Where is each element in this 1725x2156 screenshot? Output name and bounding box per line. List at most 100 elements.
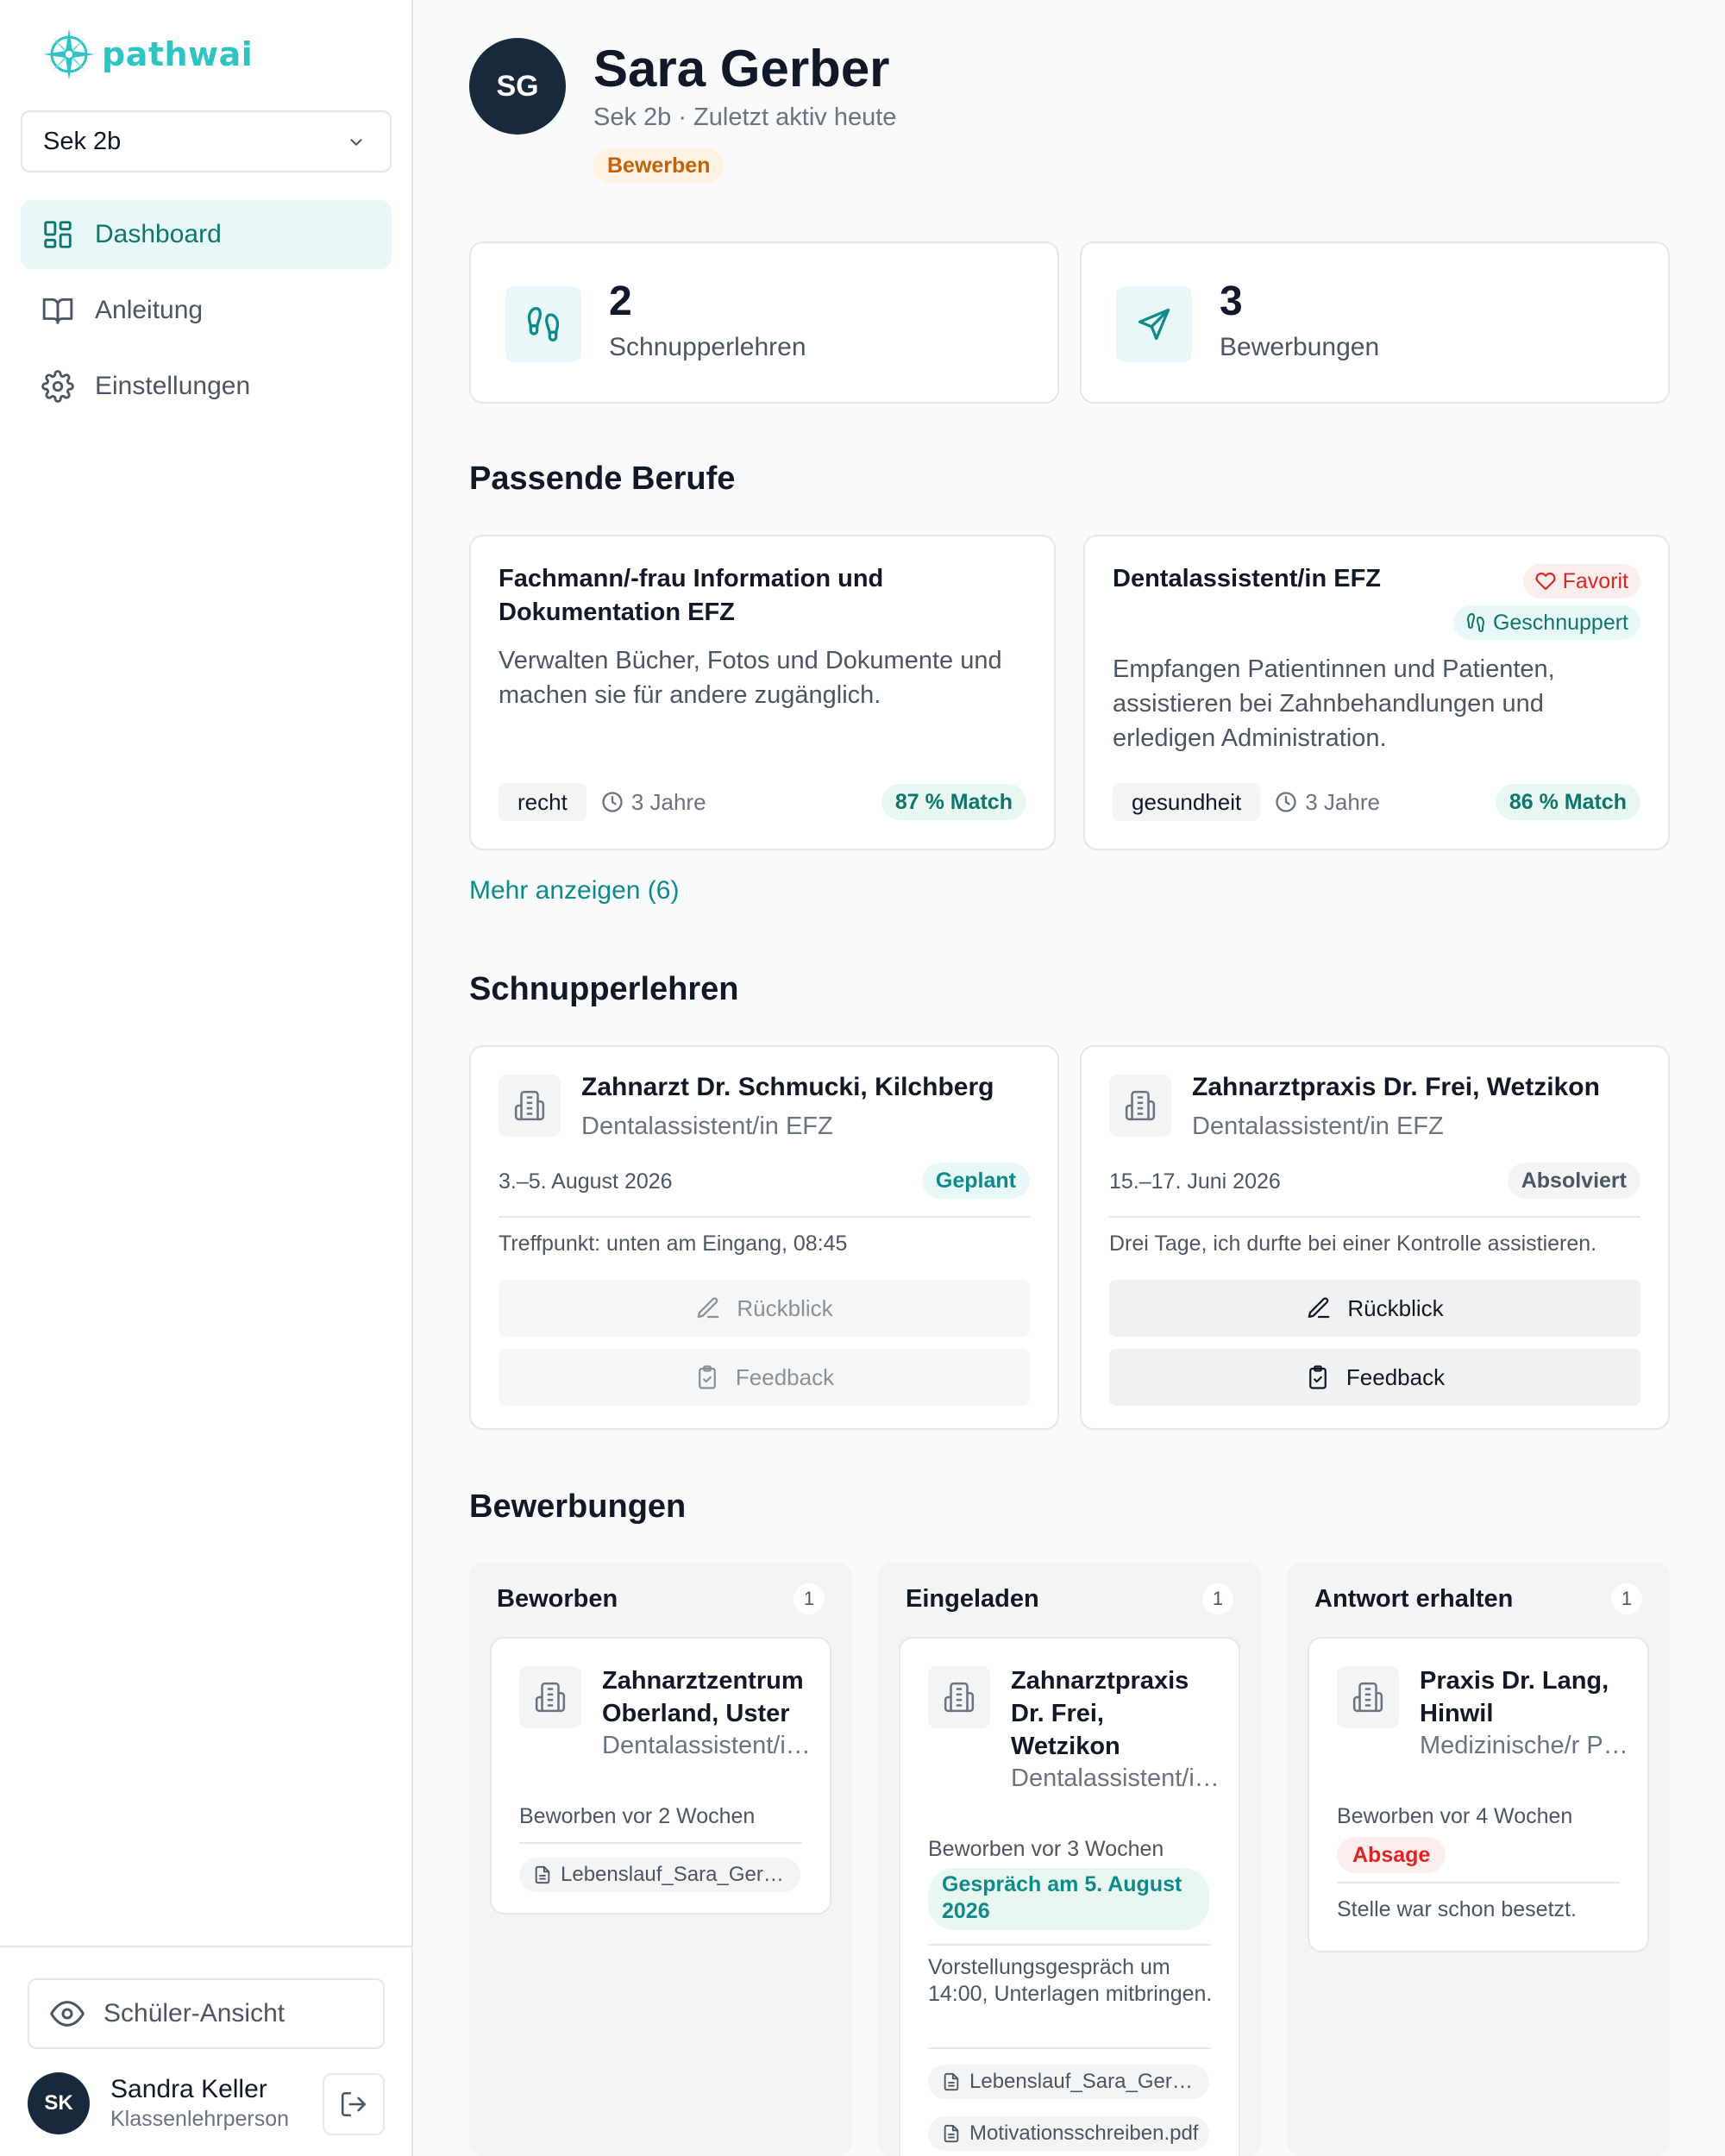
review-label: Rückblick	[737, 1294, 833, 1321]
feedback-button[interactable]: Feedback	[1109, 1349, 1640, 1406]
stat-icon-box	[505, 286, 581, 362]
applied-date: Beworben vor 4 Wochen	[1337, 1804, 1573, 1828]
dashboard-icon	[44, 221, 72, 248]
building-icon-box	[1109, 1075, 1171, 1137]
feedback-button[interactable]: Feedback	[499, 1349, 1030, 1406]
favorite-badge: Favorit	[1522, 564, 1640, 599]
date-range: 3.–5. August 2026	[499, 1169, 673, 1194]
eye-icon	[50, 2001, 85, 2027]
building-icon	[1125, 1090, 1156, 1121]
date-range: 15.–17. Juni 2026	[1109, 1169, 1281, 1194]
company-name: Zahnarztzentrum Oberland, Uster	[602, 1667, 804, 1727]
duration-text: 3 Jahre	[1305, 788, 1380, 815]
building-icon-box	[928, 1666, 990, 1728]
job-title: Dentalassistent/in EFZ	[581, 1112, 833, 1140]
student-avatar: SG	[469, 38, 566, 135]
nav-item-einstellungen[interactable]: Einstellungen	[21, 352, 392, 421]
divider	[928, 1944, 1211, 1946]
feedback-label: Feedback	[1346, 1363, 1446, 1390]
chevron-down-icon	[350, 139, 362, 146]
interview-badge: Gespräch am 5. August 2026	[928, 1868, 1209, 1930]
result-badge: Absage	[1337, 1837, 1446, 1873]
show-more-link[interactable]: Mehr anzeigen (6)	[469, 876, 679, 906]
nav-item-label: Einstellungen	[95, 372, 251, 400]
building-icon	[1352, 1682, 1383, 1713]
application-card[interactable]: Praxis Dr. Lang, Hinwil Medizinische/r P…	[1308, 1637, 1649, 1952]
logout-button[interactable]	[323, 2073, 385, 2135]
student-view-button[interactable]: Schüler-Ansicht	[28, 1978, 385, 2049]
status-badge: Geplant	[921, 1163, 1030, 1199]
student-header: SG Sara Gerber Sek 2b · Zuletzt aktiv he…	[469, 38, 1670, 193]
document-chip[interactable]: Motivationsschreiben.pdf	[928, 2116, 1209, 2151]
file-icon	[944, 2124, 959, 2143]
divider	[928, 2047, 1211, 2049]
nav-item-anleitung[interactable]: Anleitung	[21, 276, 392, 345]
stat-card-bewerbungen[interactable]: 3 Bewerbungen	[1080, 241, 1670, 404]
stat-label: Bewerbungen	[1220, 333, 1380, 361]
review-label: Rückblick	[1347, 1294, 1444, 1321]
beruf-description: Verwalten Bücher, Fotos und Dokumente un…	[499, 647, 1002, 709]
company-name: Zahnarztpraxis Dr. Frei, Wetzikon	[1192, 1073, 1600, 1101]
beruf-title: Fachmann/-frau Information und Dokumenta…	[499, 565, 884, 626]
user-name: Sandra Keller	[110, 2075, 267, 2103]
nav-item-dashboard[interactable]: Dashboard	[21, 200, 392, 269]
kanban-column-beworben: Beworben 1 Zahnarztzentrum Oberland, Ust…	[469, 1563, 852, 2156]
note-text: Stelle war schon besetzt.	[1337, 1897, 1577, 1921]
divider	[1109, 1216, 1640, 1218]
document-name: Motivationsschreiben.pdf	[969, 2122, 1199, 2145]
building-icon-box	[519, 1666, 581, 1728]
favorite-label: Favorit	[1562, 568, 1628, 593]
beruf-footer: gesundheit 3 Jahre 86 % Match	[1113, 783, 1640, 821]
note-text: Treffpunkt: unten am Eingang, 08:45	[499, 1232, 848, 1256]
document-name: Lebenslauf_Sara_Gerber.pdf	[969, 2070, 1202, 2093]
class-select-value: Sek 2b	[43, 127, 122, 155]
section-title-berufe: Passende Berufe	[469, 461, 736, 497]
gear-icon	[41, 370, 74, 403]
column-count: 1	[1611, 1583, 1642, 1614]
note-text: Drei Tage, ich durfte bei einer Kontroll…	[1109, 1232, 1597, 1256]
section-title-schnupperlehren: Schnupperlehren	[469, 971, 739, 1007]
match-badge: 86 % Match	[1495, 784, 1640, 820]
building-icon	[944, 1682, 975, 1713]
schnupperlehre-card[interactable]: Zahnarzt Dr. Schmucki, Kilchberg Dentala…	[469, 1045, 1059, 1430]
job-title: Dentalassistent/in EFZ	[1192, 1112, 1444, 1140]
application-card[interactable]: Zahnarztzentrum Oberland, Uster Dentalas…	[490, 1637, 831, 1915]
column-title: Antwort erhalten	[1314, 1585, 1514, 1613]
building-icon-box	[499, 1075, 561, 1137]
stat-value: 2	[609, 279, 632, 324]
clipboard-check-icon	[699, 1365, 716, 1389]
sidebar-footer: Schüler-Ansicht SK Sandra Keller Klassen…	[0, 1946, 413, 2156]
kanban-column-eingeladen: Eingeladen 1 Zahnarztpraxis Dr. Frei, We…	[878, 1563, 1261, 2156]
company-name: Praxis Dr. Lang, Hinwil	[1420, 1667, 1609, 1727]
beruf-card[interactable]: Dentalassistent/in EFZ Favorit Geschnupp…	[1083, 535, 1670, 850]
clipboard-check-icon	[1309, 1365, 1327, 1389]
document-chip[interactable]: Lebenslauf_Sara_Gerber.pdf	[519, 1858, 800, 1892]
application-card[interactable]: Zahnarztpraxis Dr. Frei, Wetzikon Dental…	[899, 1637, 1240, 2156]
sidebar-nav: Dashboard Anleitung Einstellungen	[21, 200, 392, 428]
schnupperlehre-card[interactable]: Zahnarztpraxis Dr. Frei, Wetzikon Dental…	[1080, 1045, 1670, 1430]
document-chip[interactable]: Lebenslauf_Sara_Gerber.pdf	[928, 2065, 1209, 2099]
company-name: Zahnarzt Dr. Schmucki, Kilchberg	[581, 1073, 994, 1101]
column-count: 1	[1202, 1583, 1233, 1614]
footprints-icon	[527, 307, 560, 342]
column-count: 1	[794, 1583, 825, 1614]
page-title: Sara Gerber	[593, 40, 890, 97]
beruf-card[interactable]: Fachmann/-frau Information und Dokumenta…	[469, 535, 1056, 850]
stat-card-schnupperlehren[interactable]: 2 Schnupperlehren	[469, 241, 1059, 404]
review-button[interactable]: Rückblick	[499, 1280, 1030, 1337]
user-profile: SK Sandra Keller Klassenlehrperson	[28, 2068, 385, 2139]
student-subtitle: Sek 2b · Zuletzt aktiv heute	[593, 103, 897, 131]
review-button[interactable]: Rückblick	[1109, 1280, 1640, 1337]
note-text: Vorstellungsgespräch um 14:00, Unterlage…	[928, 1955, 1213, 2006]
schnupper-badge: Geschnuppert	[1452, 605, 1640, 640]
feedback-label: Feedback	[735, 1363, 835, 1390]
compass-logo-icon	[43, 28, 95, 80]
brand-name: pathwai	[102, 35, 254, 73]
nav-item-label: Anleitung	[95, 296, 204, 324]
brand-logo[interactable]: pathwai	[41, 26, 253, 83]
class-select[interactable]: Sek 2b	[21, 110, 392, 172]
pencil-icon	[1308, 1297, 1330, 1319]
clock-icon	[602, 792, 623, 812]
divider	[1337, 1882, 1620, 1883]
kanban-column-antwort: Antwort erhalten 1 Praxis Dr. Lang, Hinw…	[1287, 1563, 1670, 2156]
